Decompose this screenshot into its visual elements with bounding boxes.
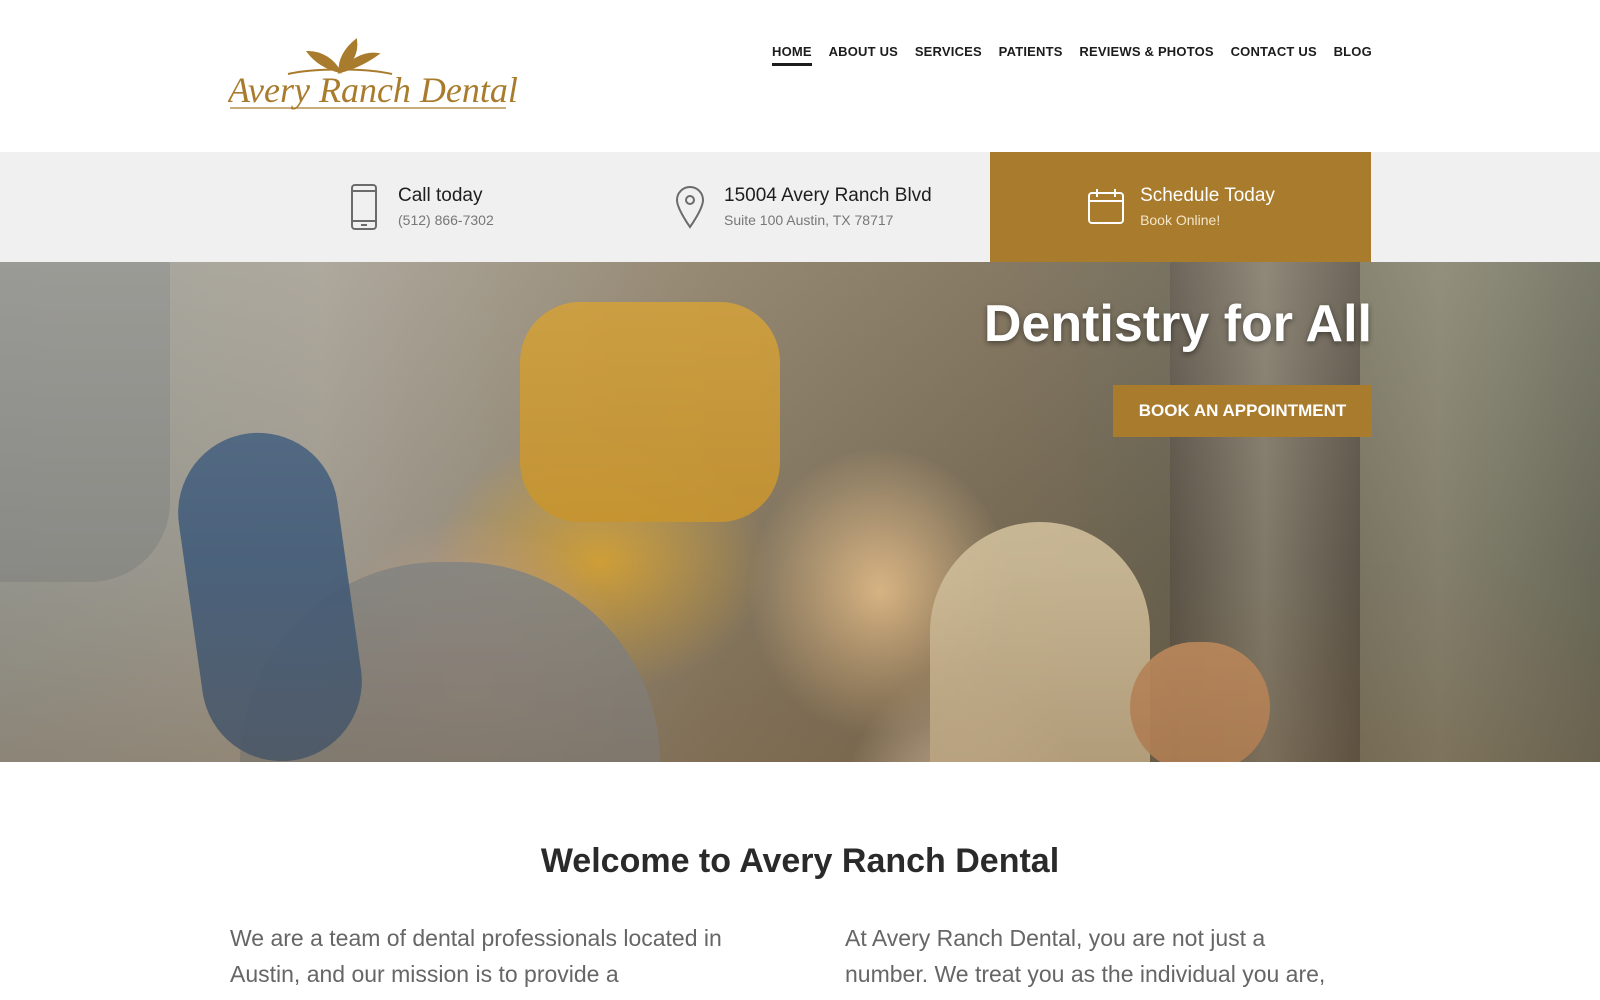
book-appointment-button[interactable]: BOOK AN APPOINTMENT bbox=[1113, 385, 1372, 437]
schedule-today-title: Schedule Today bbox=[1140, 185, 1275, 206]
address-line-1: 15004 Avery Ranch Blvd bbox=[724, 185, 932, 206]
schedule-today-button[interactable]: Schedule Today Book Online! bbox=[990, 152, 1371, 262]
map-pin-icon bbox=[670, 181, 710, 233]
svg-text:Avery Ranch Dental: Avery Ranch Dental bbox=[228, 70, 518, 110]
nav-contact-us[interactable]: CONTACT US bbox=[1231, 44, 1317, 66]
logo-mark: Avery Ranch Dental bbox=[226, 38, 518, 110]
phone-icon bbox=[344, 181, 384, 233]
phone-number[interactable]: (512) 866-7302 bbox=[398, 210, 494, 230]
address-line-2: Suite 100 Austin, TX 78717 bbox=[724, 212, 894, 228]
welcome-text-left: We are a team of dental professionals lo… bbox=[230, 925, 722, 1000]
nav-patients[interactable]: PATIENTS bbox=[999, 44, 1063, 66]
contact-info-bar: Call today (512) 866-7302 15004 Avery Ra… bbox=[0, 152, 1600, 262]
call-today-block[interactable]: Call today (512) 866-7302 bbox=[344, 152, 494, 262]
nav-blog[interactable]: BLOG bbox=[1334, 44, 1372, 66]
site-logo[interactable]: Avery Ranch Dental bbox=[226, 38, 518, 114]
book-online-label: Book Online! bbox=[1140, 212, 1221, 228]
hero-banner: Dentistry for All BOOK AN APPOINTMENT bbox=[0, 262, 1600, 762]
welcome-text-right: At Avery Ranch Dental, you are not just … bbox=[845, 925, 1326, 1000]
hero-title: Dentistry for All bbox=[983, 295, 1372, 353]
address-block[interactable]: 15004 Avery Ranch Blvd Suite 100 Austin,… bbox=[670, 152, 932, 262]
nav-reviews-photos[interactable]: REVIEWS & PHOTOS bbox=[1079, 44, 1213, 66]
calendar-icon bbox=[1086, 181, 1126, 233]
site-header: Avery Ranch Dental HOME ABOUT US SERVICE… bbox=[0, 0, 1600, 152]
nav-home[interactable]: HOME bbox=[772, 44, 812, 66]
welcome-heading: Welcome to Avery Ranch Dental bbox=[540, 842, 1060, 880]
nav-about-us[interactable]: ABOUT US bbox=[829, 44, 899, 66]
call-today-title: Call today bbox=[398, 185, 483, 206]
nav-services[interactable]: SERVICES bbox=[915, 44, 982, 66]
main-nav: HOME ABOUT US SERVICES PATIENTS REVIEWS … bbox=[772, 44, 1372, 66]
